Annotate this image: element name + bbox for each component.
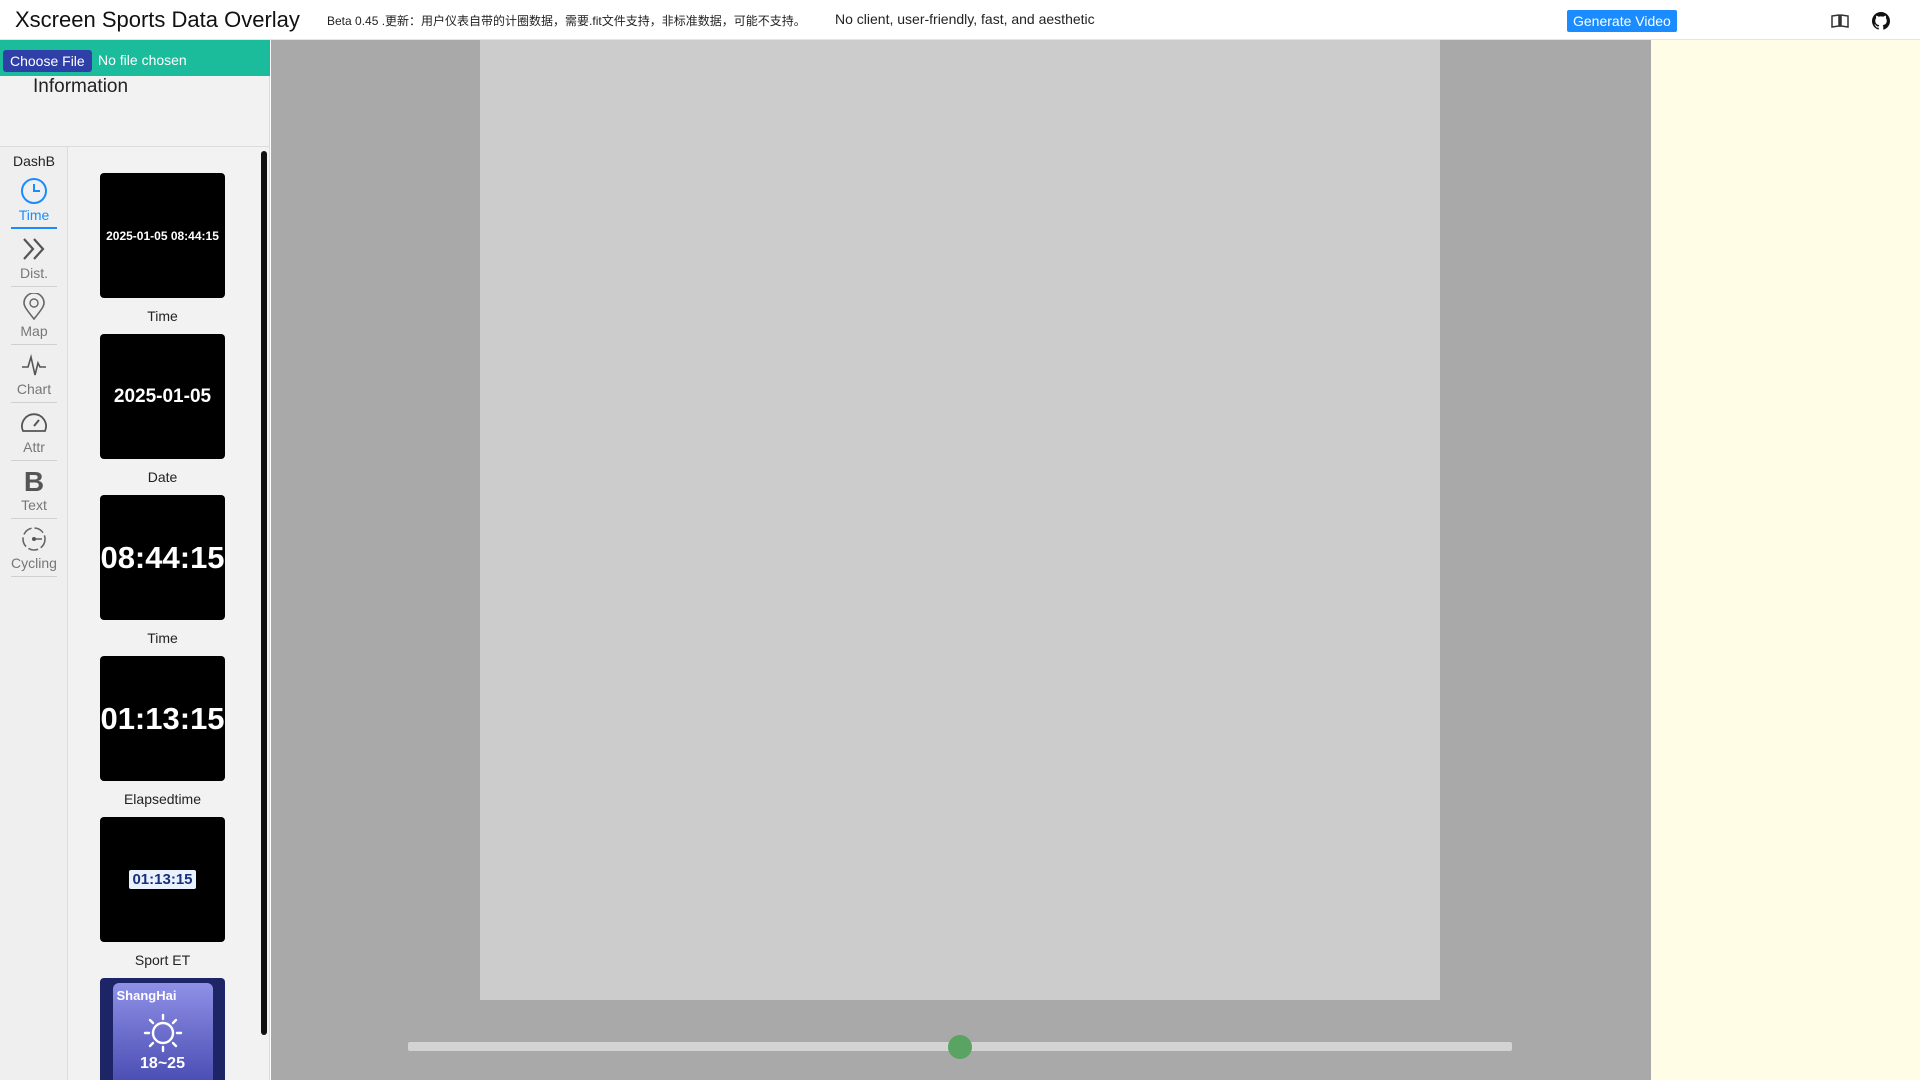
widget-preview: 01:13:15 bbox=[129, 870, 196, 889]
weather-temp: 18~25 bbox=[140, 1055, 185, 1072]
nav-item-cycling[interactable]: Cycling bbox=[11, 521, 57, 577]
clock-icon bbox=[21, 178, 47, 204]
widget-caption: Sport ET bbox=[134, 952, 191, 968]
widget-preview-frame: 01:13:15 bbox=[100, 817, 225, 942]
nav-label: Attr bbox=[23, 439, 45, 455]
scrollbar[interactable] bbox=[261, 151, 267, 1035]
preview-canvas[interactable] bbox=[480, 40, 1440, 1000]
app-title: Xscreen Sports Data Overlay bbox=[15, 7, 300, 32]
widget-preview-frame: ShangHai 18~25 bbox=[100, 978, 225, 1080]
svg-text:B: B bbox=[24, 467, 44, 495]
gauge-icon bbox=[21, 413, 47, 432]
nav-item-map[interactable]: Map bbox=[11, 289, 57, 345]
widget-datetime[interactable]: 2025-01-05 08:44:15 Time bbox=[100, 173, 225, 324]
weather-card: ShangHai 18~25 bbox=[112, 983, 213, 1080]
pulse-icon bbox=[22, 353, 46, 376]
widget-caption: Date bbox=[147, 469, 178, 485]
nav-label: Cycling bbox=[11, 555, 57, 571]
github-icon[interactable] bbox=[1870, 10, 1892, 32]
widget-preview: 08:44:15 bbox=[100, 495, 225, 620]
widget-preview: 2025-01-05 08:44:15 bbox=[100, 173, 225, 298]
widget-sport-et[interactable]: 01:13:15 Sport ET bbox=[100, 817, 225, 968]
widget-list: 2025-01-05 08:44:15 Time 2025-01-05 Date… bbox=[68, 146, 270, 1080]
widget-time[interactable]: 08:44:15 Time bbox=[100, 495, 225, 646]
widget-date[interactable]: 2025-01-05 Date bbox=[100, 334, 225, 485]
nav-item-attr[interactable]: Attr bbox=[11, 405, 57, 461]
nav-label: Map bbox=[20, 323, 48, 339]
widget-caption: Elapsedtime bbox=[123, 791, 202, 807]
generate-video-button[interactable]: Generate Video bbox=[1567, 10, 1677, 32]
properties-panel bbox=[1651, 40, 1920, 1080]
double-chevron-icon bbox=[23, 238, 45, 260]
widget-caption: Time bbox=[147, 308, 178, 324]
map-pin-icon bbox=[23, 293, 45, 321]
bold-icon: B bbox=[24, 467, 44, 495]
version-note: Beta 0.45 .更新：用户仪表自带的计圈数据，需要.fit文件支持，非标准… bbox=[327, 14, 806, 28]
nav-item-dist[interactable]: Dist. bbox=[11, 231, 57, 287]
nav-label: Dist. bbox=[20, 265, 48, 281]
cycling-icon bbox=[22, 527, 46, 551]
sun-icon bbox=[143, 1013, 182, 1053]
timeline-handle[interactable] bbox=[948, 1035, 972, 1059]
widget-elapsedtime[interactable]: 01:13:15 Elapsedtime bbox=[100, 656, 225, 807]
nav-item-time[interactable]: Time bbox=[11, 173, 57, 229]
preview-stage bbox=[271, 40, 1651, 1080]
file-picker: Choose File No file chosen bbox=[0, 40, 270, 76]
nav-label: Chart bbox=[16, 381, 52, 397]
choose-file-button[interactable]: Choose File bbox=[3, 50, 92, 72]
information-title: Information bbox=[33, 76, 129, 97]
dashboard-nav: DashB Time Dist. Map Chart Attr B Text C… bbox=[0, 146, 68, 1080]
nav-item-text[interactable]: B Text bbox=[11, 463, 57, 519]
widget-preview: 01:13:15 bbox=[100, 656, 225, 781]
nav-item-chart[interactable]: Chart bbox=[11, 347, 57, 403]
app-header: Xscreen Sports Data Overlay Beta 0.45 .更… bbox=[0, 0, 1920, 40]
file-status: No file chosen bbox=[98, 52, 187, 68]
book-icon[interactable] bbox=[1829, 10, 1851, 32]
nav-heading: DashB bbox=[12, 153, 56, 169]
widget-weather[interactable]: ShangHai 18~25 bbox=[100, 978, 225, 1080]
nav-label: Time bbox=[18, 207, 50, 223]
left-panel: Choose File No file chosen Information D… bbox=[0, 40, 270, 1080]
widget-caption: Time bbox=[147, 630, 178, 646]
nav-label: Text bbox=[21, 497, 47, 513]
weather-city: ShangHai bbox=[116, 988, 177, 1003]
widget-preview: 2025-01-05 bbox=[100, 334, 225, 459]
tagline: No client, user-friendly, fast, and aest… bbox=[835, 11, 1095, 27]
